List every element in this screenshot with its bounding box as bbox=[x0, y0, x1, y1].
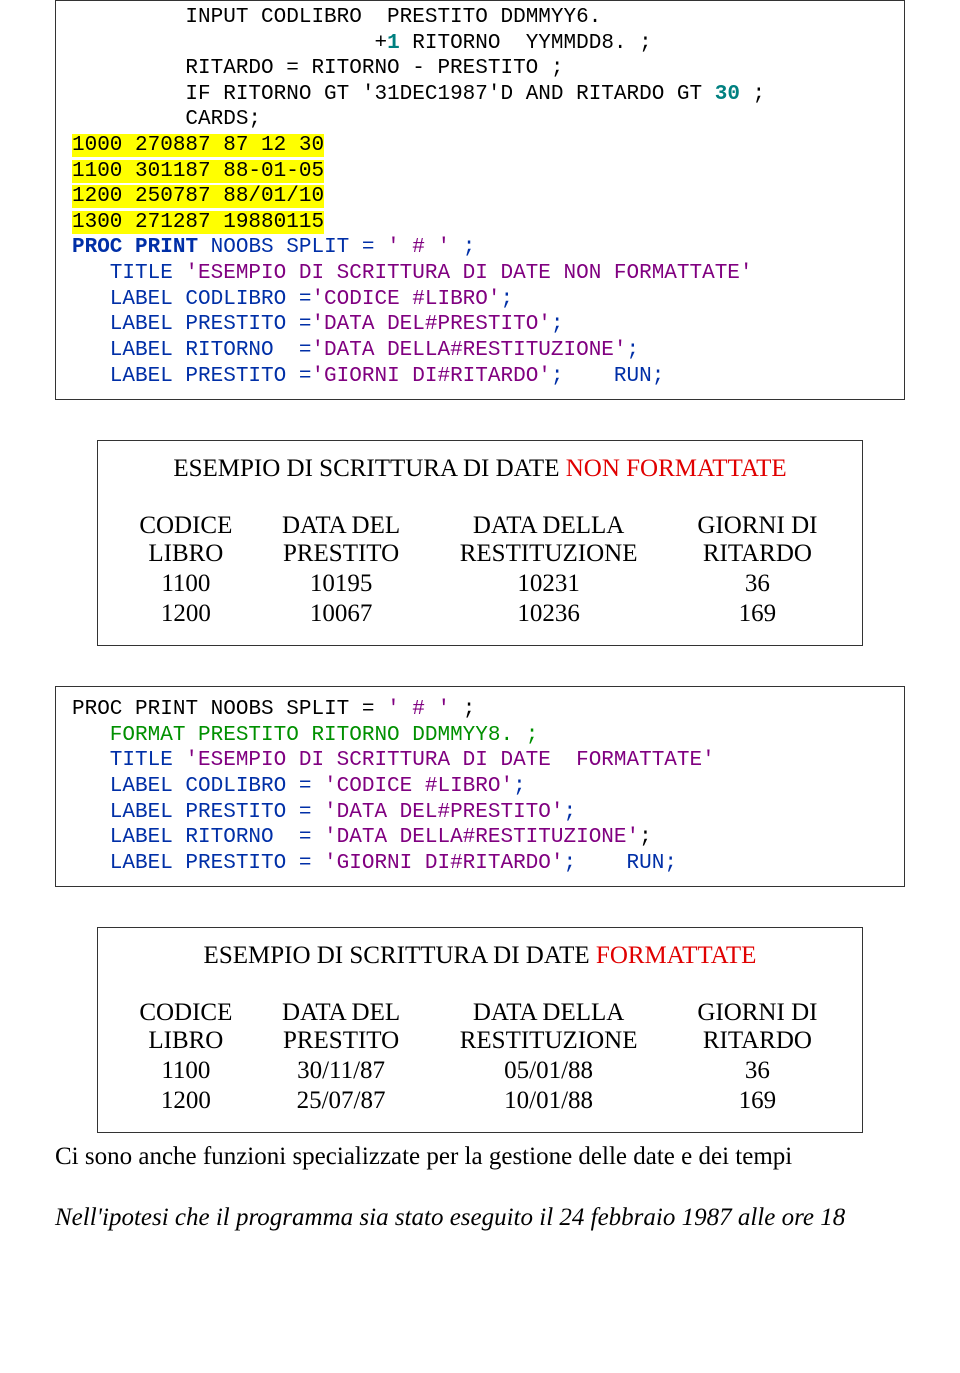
col-header: DATA DELPRESTITO bbox=[256, 998, 427, 1056]
table-row: 1200 25/07/87 10/01/88 169 bbox=[116, 1086, 844, 1116]
code-line: RITARDO = RITORNO - PRESTITO ; bbox=[72, 57, 563, 80]
output-block-2: ESEMPIO DI SCRITTURA DI DATE FORMATTATE … bbox=[97, 927, 863, 1133]
col-header: CODICELIBRO bbox=[116, 511, 256, 569]
cell: 36 bbox=[671, 569, 844, 599]
footnote-italic: Nell'ipotesi che il programma sia stato … bbox=[55, 1202, 905, 1235]
code-block-1: INPUT CODLIBRO PRESTITO DDMMYY6. +1 RITO… bbox=[55, 0, 905, 400]
cell: 25/07/87 bbox=[256, 1086, 427, 1116]
code-line: PROC PRINT NOOBS SPLIT = ' # ' ; bbox=[72, 236, 475, 259]
cell: 05/01/88 bbox=[426, 1056, 670, 1086]
code-card-line: 1000 270887 87 12 30 bbox=[72, 134, 324, 157]
code-line: LABEL PRESTITO = 'DATA DEL#PRESTITO'; bbox=[72, 801, 576, 824]
code-line: LABEL PRESTITO = 'GIORNI DI#RITARDO'; RU… bbox=[72, 852, 677, 875]
cell: 1100 bbox=[116, 569, 256, 599]
cell: 1200 bbox=[116, 599, 256, 629]
code-line: TITLE 'ESEMPIO DI SCRITTURA DI DATE NON … bbox=[72, 262, 753, 285]
code-line: IF RITORNO GT '31DEC1987'D AND RITARDO G… bbox=[72, 83, 765, 106]
col-header: DATA DELLARESTITUZIONE bbox=[426, 511, 670, 569]
code-line: LABEL RITORNO = 'DATA DELLA#RESTITUZIONE… bbox=[72, 826, 652, 849]
col-header: GIORNI DIRITARDO bbox=[671, 998, 844, 1056]
col-header: CODICELIBRO bbox=[116, 998, 256, 1056]
cell: 1100 bbox=[116, 1056, 256, 1086]
code-line: LABEL PRESTITO ='DATA DEL#PRESTITO'; bbox=[72, 313, 564, 336]
code-block-2: PROC PRINT NOOBS SPLIT = ' # ' ; FORMAT … bbox=[55, 686, 905, 887]
code-line: LABEL CODLIBRO = 'CODICE #LIBRO'; bbox=[72, 775, 526, 798]
col-header: GIORNI DIRITARDO bbox=[671, 511, 844, 569]
cell: 10236 bbox=[426, 599, 670, 629]
table-header-row: CODICELIBRO DATA DELPRESTITO DATA DELLAR… bbox=[116, 511, 844, 569]
code-card-line: 1200 250787 88/01/10 bbox=[72, 185, 324, 208]
code-line: FORMAT PRESTITO RITORNO DDMMYY8. ; bbox=[72, 724, 538, 747]
code-line: PROC PRINT NOOBS SPLIT = ' # ' ; bbox=[72, 698, 475, 721]
col-header: DATA DELLARESTITUZIONE bbox=[426, 998, 670, 1056]
cell: 1200 bbox=[116, 1086, 256, 1116]
cell: 10/01/88 bbox=[426, 1086, 670, 1116]
output-title: ESEMPIO DI SCRITTURA DI DATE NON FORMATT… bbox=[116, 455, 844, 483]
table-header-row: CODICELIBRO DATA DELPRESTITO DATA DELLAR… bbox=[116, 998, 844, 1056]
cell: 10067 bbox=[256, 599, 427, 629]
cell: 10231 bbox=[426, 569, 670, 599]
code-line: +1 RITORNO YYMMDD8. ; bbox=[72, 32, 652, 55]
output-block-1: ESEMPIO DI SCRITTURA DI DATE NON FORMATT… bbox=[97, 440, 863, 646]
code-line: CARDS; bbox=[72, 108, 261, 131]
table-row: 1100 10195 10231 36 bbox=[116, 569, 844, 599]
code-line: INPUT CODLIBRO PRESTITO DDMMYY6. bbox=[72, 6, 601, 29]
output-title: ESEMPIO DI SCRITTURA DI DATE FORMATTATE bbox=[116, 942, 844, 970]
output-table: CODICELIBRO DATA DELPRESTITO DATA DELLAR… bbox=[116, 998, 844, 1116]
code-line: LABEL CODLIBRO ='CODICE #LIBRO'; bbox=[72, 288, 513, 311]
table-row: 1100 30/11/87 05/01/88 36 bbox=[116, 1056, 844, 1086]
code-card-line: 1100 301187 88-01-05 bbox=[72, 160, 324, 183]
table-row: 1200 10067 10236 169 bbox=[116, 599, 844, 629]
cell: 169 bbox=[671, 1086, 844, 1116]
cell: 10195 bbox=[256, 569, 427, 599]
cell: 169 bbox=[671, 599, 844, 629]
code-line: LABEL PRESTITO ='GIORNI DI#RITARDO'; RUN… bbox=[72, 365, 664, 388]
cell: 30/11/87 bbox=[256, 1056, 427, 1086]
code-line: TITLE 'ESEMPIO DI SCRITTURA DI DATE FORM… bbox=[72, 749, 715, 772]
output-table: CODICELIBRO DATA DELPRESTITO DATA DELLAR… bbox=[116, 511, 844, 629]
cell: 36 bbox=[671, 1056, 844, 1086]
code-card-line: 1300 271287 19880115 bbox=[72, 211, 324, 234]
code-line: LABEL RITORNO ='DATA DELLA#RESTITUZIONE'… bbox=[72, 339, 639, 362]
col-header: DATA DELPRESTITO bbox=[256, 511, 427, 569]
footnote-text: Ci sono anche funzioni specializzate per… bbox=[55, 1141, 905, 1174]
